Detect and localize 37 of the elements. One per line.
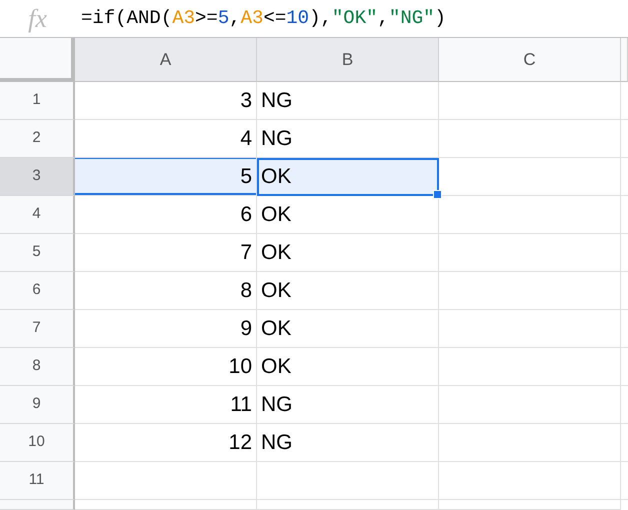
row-header[interactable] (0, 500, 75, 510)
row-header[interactable]: 8 (0, 348, 75, 386)
table-cell[interactable]: 12 (75, 424, 257, 462)
table-cell[interactable]: NG (257, 82, 439, 120)
table-cell[interactable]: OK (257, 272, 439, 310)
column-header[interactable]: A (75, 38, 257, 82)
select-all-corner[interactable] (0, 38, 75, 82)
table-cell[interactable]: OK (257, 196, 439, 234)
row-header[interactable]: 9 (0, 386, 75, 424)
table-cell[interactable]: OK (257, 348, 439, 386)
row-header[interactable]: 6 (0, 272, 75, 310)
table-cell[interactable]: OK (257, 158, 439, 196)
table-cell[interactable]: NG (257, 424, 439, 462)
table-cell[interactable]: NG (257, 386, 439, 424)
fill-handle[interactable] (433, 190, 442, 199)
column-header[interactable]: B (257, 38, 439, 82)
row-header[interactable]: 3 (0, 158, 75, 196)
table-cell[interactable]: 10 (75, 348, 257, 386)
table-cell[interactable]: 7 (75, 234, 257, 272)
row-header[interactable]: 11 (0, 462, 75, 500)
row-header[interactable]: 10 (0, 424, 75, 462)
table-cell[interactable]: 3 (75, 82, 257, 120)
row-header[interactable]: 5 (0, 234, 75, 272)
column-header[interactable]: C (439, 38, 621, 82)
table-cell[interactable]: 8 (75, 272, 257, 310)
table-cell[interactable]: OK (257, 234, 439, 272)
function-icon: fx (0, 6, 75, 32)
row-header[interactable]: 7 (0, 310, 75, 348)
formula-text[interactable]: =if(AND(A3>=5,A3<=10),"OK","NG") (75, 4, 446, 33)
table-cell[interactable]: 9 (75, 310, 257, 348)
table-cell[interactable]: 11 (75, 386, 257, 424)
row-header[interactable]: 1 (0, 82, 75, 120)
row-header[interactable]: 4 (0, 196, 75, 234)
row-header[interactable]: 2 (0, 120, 75, 158)
table-cell[interactable]: OK (257, 310, 439, 348)
table-cell[interactable]: 5 (75, 158, 257, 196)
table-cell[interactable]: 6 (75, 196, 257, 234)
